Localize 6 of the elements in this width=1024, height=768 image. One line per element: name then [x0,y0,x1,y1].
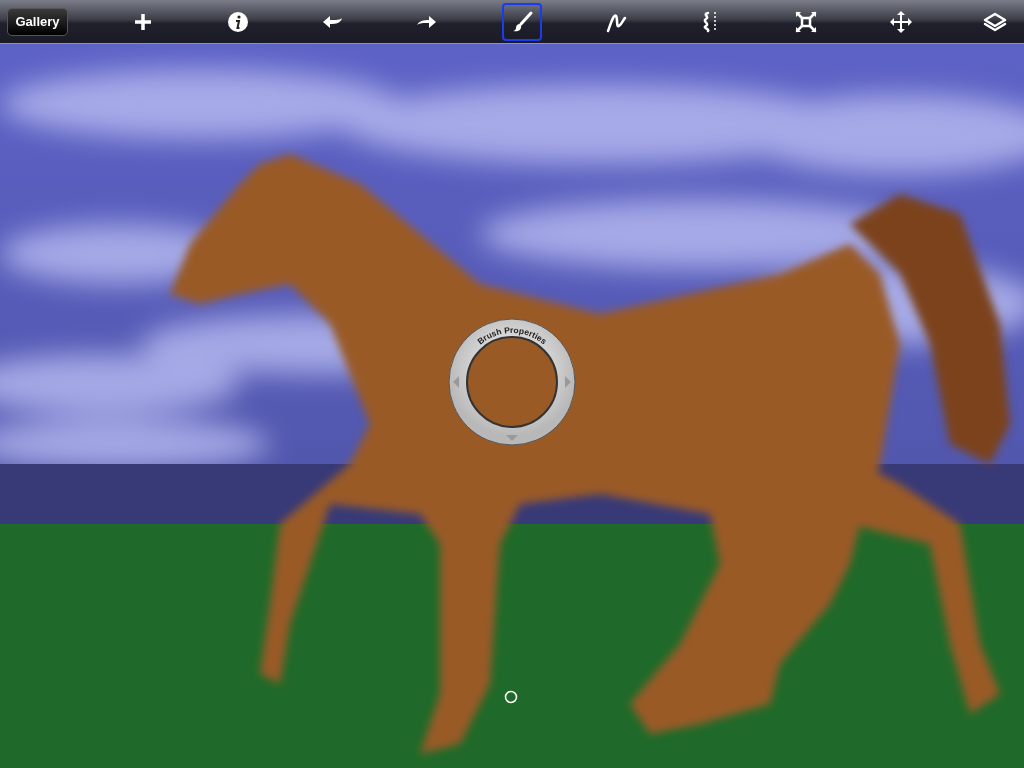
info-icon [225,9,250,34]
transform-icon [793,9,818,34]
gallery-button[interactable]: Gallery [7,7,68,36]
cursor-icon [504,690,518,704]
tool-button[interactable] [501,2,542,41]
move-arrows-icon [888,9,913,34]
